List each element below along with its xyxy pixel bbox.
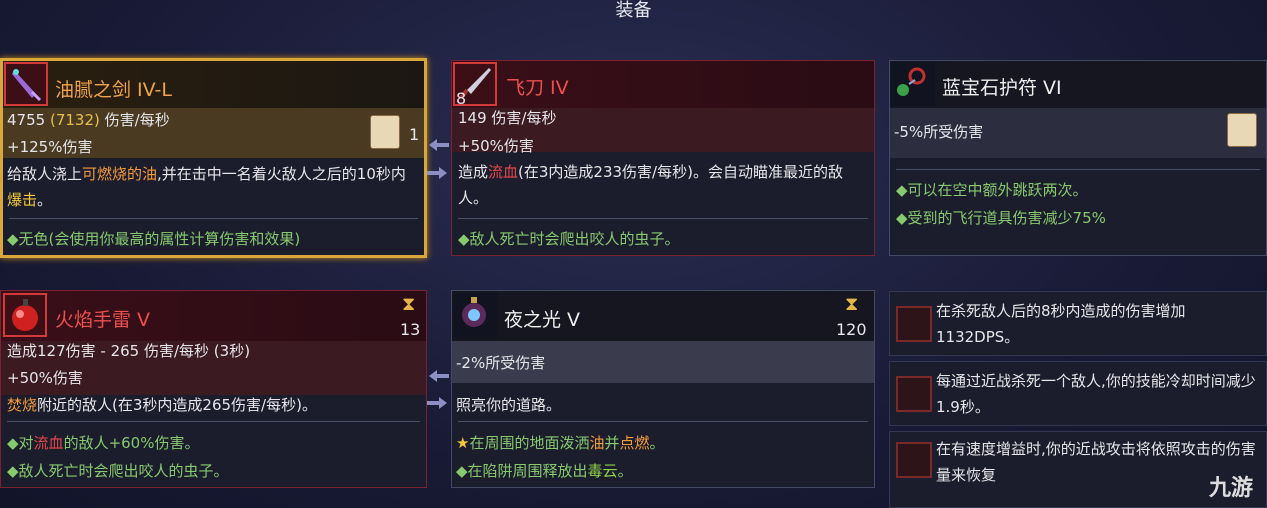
scroll-icon bbox=[370, 115, 400, 149]
lantern-icon bbox=[454, 293, 498, 337]
grenade-description: 焚烧附近的敌人(在3秒内造成265伤害/每秒)。 bbox=[7, 396, 317, 414]
knife-perk: ◆敌人死亡时会爬出咬人的虫子。 bbox=[458, 230, 680, 248]
grenade-perk-2: ◆敌人死亡时会爬出咬人的虫子。 bbox=[7, 462, 229, 480]
knife-dps: 149 伤害/每秒 bbox=[458, 109, 557, 127]
sword-name: 油腻之剑 IV-L bbox=[55, 79, 172, 101]
sword-bonus: +125%伤害 bbox=[7, 138, 93, 156]
link-arrow-left-icon bbox=[429, 139, 449, 151]
amulet-perk-2: ◆受到的飞行道具伤害减少75% bbox=[896, 209, 1106, 227]
nightlight-description: 照亮你的道路。 bbox=[456, 396, 562, 414]
knife-name: 飞刀 IV bbox=[506, 77, 569, 99]
grenade-name: 火焰手雷 V bbox=[55, 309, 151, 331]
mutation-text: 每通过近战杀死一个敌人,你的技能冷却时间减少1.9秒。 bbox=[936, 372, 1256, 416]
grenade-bonus: +50%伤害 bbox=[7, 369, 83, 387]
link-arrow-left-icon bbox=[429, 370, 449, 382]
grenade-icon bbox=[3, 293, 47, 337]
knife-bonus: +50%伤害 bbox=[458, 137, 534, 155]
link-arrow-right-icon bbox=[427, 397, 447, 409]
mutation-text: 在杀死敌人后的8秒内造成的伤害增加1132DPS。 bbox=[936, 302, 1186, 346]
amulet-icon bbox=[891, 62, 935, 106]
mutation-item[interactable]: 在杀死敌人后的8秒内造成的伤害增加1132DPS。 bbox=[889, 291, 1267, 356]
nightlight-perk-2: ◆在陷阱周围释放出毒云。 bbox=[456, 462, 633, 480]
amulet-perk-1: ◆可以在空中额外跳跃两次。 bbox=[896, 181, 1088, 199]
equipment-card-amulet[interactable]: 蓝宝石护符 VI -5%所受伤害 ◆可以在空中额外跳跃两次。 ◆受到的飞行道具伤… bbox=[889, 60, 1267, 256]
grenade-damage: 造成127伤害 - 265 伤害/每秒 (3秒) bbox=[7, 342, 251, 360]
scroll-icon bbox=[1227, 113, 1257, 147]
grenade-perk-1: ◆对流血的敌人+60%伤害。 bbox=[7, 434, 200, 452]
melee-icon bbox=[896, 376, 932, 412]
sword-perk: ◆无色(会使用你最高的属性计算伤害和效果) bbox=[7, 230, 301, 248]
sword-description: 给敌人浇上可燃烧的油,并在击中一名着火敌人之后的10秒内爆击。 bbox=[7, 165, 406, 209]
mutation-item[interactable]: 每通过近战杀死一个敌人,你的技能冷却时间减少1.9秒。 bbox=[889, 361, 1267, 426]
knife-ammo: 8 bbox=[456, 89, 467, 108]
nightlight-cooldown: 120 bbox=[836, 320, 867, 339]
nightlight-perk-1: ★在周围的地面泼洒油并点燃。 bbox=[456, 434, 665, 452]
grenade-cooldown: 13 bbox=[400, 320, 421, 339]
amulet-name: 蓝宝石护符 VI bbox=[942, 77, 1062, 99]
sword-dps: 4755 (7132) 伤害/每秒 bbox=[7, 111, 170, 129]
watermark-logo: 九游 bbox=[1208, 476, 1253, 501]
sword-icon bbox=[4, 62, 48, 106]
equipment-card-sword[interactable]: 油腻之剑 IV-L 4755 (7132) 伤害/每秒 +125%伤害 1 给敌… bbox=[0, 58, 427, 258]
nightlight-name: 夜之光 V bbox=[504, 309, 581, 331]
equipment-card-grenade[interactable]: 火焰手雷 V ⧗ 13 造成127伤害 - 265 伤害/每秒 (3秒) +50… bbox=[0, 290, 427, 488]
nightlight-stat: -2%所受伤害 bbox=[456, 354, 546, 372]
bow-icon bbox=[896, 306, 932, 342]
amulet-stat: -5%所受伤害 bbox=[894, 123, 984, 141]
knife-description: 造成流血(在3内造成233伤害/每秒)。会自动瞄准最近的敌人。 bbox=[458, 163, 843, 207]
link-arrow-right-icon bbox=[427, 167, 447, 179]
equipment-title: 装备 bbox=[615, 0, 652, 21]
hourglass-icon: ⧗ bbox=[845, 293, 859, 315]
equipment-card-nightlight[interactable]: 夜之光 V ⧗ 120 -2%所受伤害 照亮你的道路。 ★在周围的地面泼洒油并点… bbox=[451, 290, 875, 488]
speed-icon bbox=[896, 442, 932, 478]
equipment-card-knife[interactable]: 8 飞刀 IV 149 伤害/每秒 +50%伤害 造成流血(在3内造成233伤害… bbox=[451, 60, 875, 256]
hourglass-icon: ⧗ bbox=[402, 293, 416, 315]
sword-scroll-count: 1 bbox=[409, 125, 420, 144]
